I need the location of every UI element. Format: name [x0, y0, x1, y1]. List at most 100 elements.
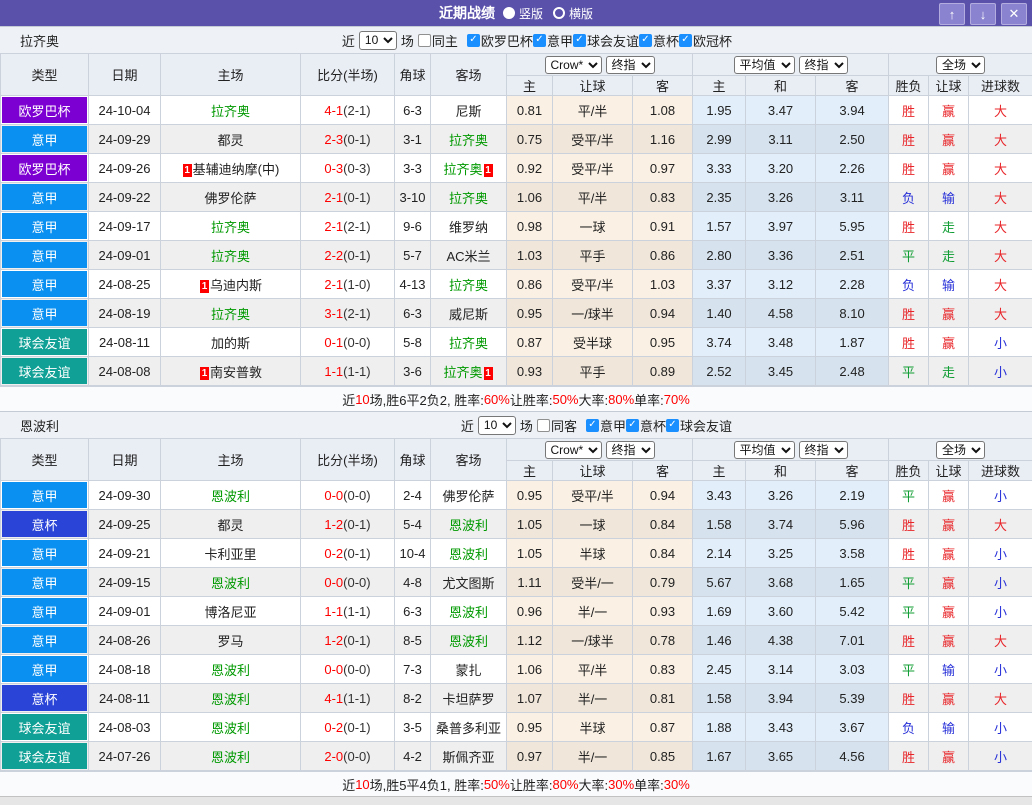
handicap-home-odds: 1.06	[507, 655, 553, 684]
checkbox-icon[interactable]: ✓	[639, 34, 652, 47]
layout-radio-横版[interactable]: 横版	[553, 5, 593, 22]
odds-time-select[interactable]: 终指	[606, 56, 655, 74]
recent-results-panel: 近期战绩 竖版横版 ↑ ↓ ✕ 拉齐奥 近 10 场 同主 ✓欧罗巴杯✓意甲✓球…	[0, 0, 1032, 735]
average-select[interactable]: 平均值	[734, 441, 795, 459]
same-venue-filter[interactable]: 同客	[537, 416, 577, 435]
league-filter-球会友谊[interactable]: ✓球会友谊	[573, 31, 639, 50]
average-time-select[interactable]: 终指	[799, 56, 848, 74]
handicap-home-odds: 0.75	[507, 125, 553, 154]
result-goals: 大	[969, 299, 1032, 328]
match-count-select[interactable]: 10	[359, 31, 397, 50]
move-up-button[interactable]: ↑	[939, 3, 965, 25]
summary-segment: 70%	[664, 392, 690, 407]
layout-radio-竖版[interactable]: 竖版	[503, 5, 543, 22]
score-cell: 2-3(0-1)	[301, 125, 395, 154]
handicap-line: 平/半	[553, 655, 633, 684]
halftime-score: (1-1)	[343, 364, 370, 379]
league-filter-欧冠杯[interactable]: ✓欧冠杯	[679, 31, 732, 50]
match-count-select[interactable]: 10	[478, 416, 516, 435]
home-team-cell: 拉齐奥	[161, 212, 301, 241]
handicap-line: 一/球半	[553, 626, 633, 655]
fulltime-score: 2-1	[324, 190, 343, 205]
checkbox-icon[interactable]: ✓	[573, 34, 586, 47]
summary-segment: 60%	[484, 392, 510, 407]
league-type-cell: 意甲	[1, 481, 89, 510]
scope-select[interactable]: 全场	[936, 56, 985, 74]
subheader-result-outcome: 胜负	[889, 76, 929, 96]
col-header-home: 主场	[161, 54, 301, 96]
subheader-avg-draw: 和	[746, 76, 816, 96]
league-filter-意甲[interactable]: ✓意甲	[586, 416, 626, 435]
away-team-cell: 尼斯	[431, 96, 507, 125]
league-filter-意杯[interactable]: ✓意杯	[639, 31, 679, 50]
fulltime-score: 0-2	[324, 546, 343, 561]
result-goals: 小	[969, 655, 1032, 684]
home-team-name: 乌迪内斯	[210, 278, 262, 293]
checkbox-icon[interactable]	[418, 34, 431, 47]
halftime-score: (0-1)	[343, 517, 370, 532]
league-type-cell: 意甲	[1, 568, 89, 597]
halftime-score: (0-3)	[343, 161, 370, 176]
summary-segment: 场,胜5平4负1, 胜率:	[370, 775, 484, 794]
checkbox-icon[interactable]: ✓	[679, 34, 692, 47]
league-label: 意甲	[600, 416, 626, 435]
average-time-select[interactable]: 终指	[799, 441, 848, 459]
avg-draw-odds: 3.43	[746, 713, 816, 742]
halftime-score: (0-0)	[343, 335, 370, 350]
score-cell: 4-1(1-1)	[301, 684, 395, 713]
result-goals: 小	[969, 568, 1032, 597]
avg-away-odds: 2.19	[816, 481, 889, 510]
home-team-name: 拉齐奥	[211, 307, 250, 322]
handicap-away-odds: 0.89	[633, 357, 693, 386]
checkbox-icon[interactable]	[537, 419, 550, 432]
match-row: 意甲24-09-30恩波利0-0(0-0)2-4佛罗伦萨0.95受平/半0.94…	[1, 481, 1032, 510]
odds-time-select[interactable]: 终指	[606, 441, 655, 459]
layout-mode-radios: 竖版横版	[503, 5, 593, 22]
away-team-cell: 桑普多利亚	[431, 713, 507, 742]
same-venue-filter[interactable]: 同主	[418, 31, 458, 50]
fulltime-score: 1-2	[324, 633, 343, 648]
radio-icon[interactable]	[503, 7, 515, 19]
subheader-handicap-away: 客	[633, 461, 693, 481]
league-filter-意甲[interactable]: ✓意甲	[533, 31, 573, 50]
odds-company-select[interactable]: Crow*	[545, 56, 602, 74]
fulltime-score: 0-2	[324, 720, 343, 735]
handicap-away-odds: 0.83	[633, 183, 693, 212]
scope-select[interactable]: 全场	[936, 441, 985, 459]
home-team-cell: 卡利亚里	[161, 539, 301, 568]
close-button[interactable]: ✕	[1001, 3, 1027, 25]
panel-title: 近期战绩	[439, 3, 495, 23]
league-filter-欧罗巴杯[interactable]: ✓欧罗巴杯	[467, 31, 533, 50]
col-header-away: 客场	[431, 439, 507, 481]
average-select[interactable]: 平均值	[734, 56, 795, 74]
checkbox-icon[interactable]: ✓	[666, 419, 679, 432]
away-team-name: 拉齐奥	[443, 162, 482, 177]
avg-home-odds: 2.14	[693, 539, 746, 568]
avg-away-odds: 4.56	[816, 742, 889, 771]
checkbox-icon[interactable]: ✓	[533, 34, 546, 47]
filter-controls: 近 10 场 同主 ✓欧罗巴杯✓意甲✓球会友谊✓意杯✓欧冠杯	[342, 31, 732, 50]
radio-icon[interactable]	[553, 7, 565, 19]
odds-company-select[interactable]: Crow*	[545, 441, 602, 459]
titlebar-center: 近期战绩 竖版横版	[439, 3, 593, 23]
league-badge: 球会友谊	[2, 743, 87, 769]
halftime-score: (2-1)	[343, 219, 370, 234]
result-goals: 大	[969, 183, 1032, 212]
match-row: 意杯24-08-11恩波利4-1(1-1)8-2卡坦萨罗1.07半/一0.811…	[1, 684, 1032, 713]
away-team-name: 恩波利	[449, 518, 488, 533]
halftime-score: (0-1)	[343, 190, 370, 205]
home-team-name: 恩波利	[211, 750, 250, 765]
rank-1-badge: 1	[200, 280, 209, 293]
move-down-button[interactable]: ↓	[970, 3, 996, 25]
league-filter-意杯[interactable]: ✓意杯	[626, 416, 666, 435]
avg-away-odds: 3.03	[816, 655, 889, 684]
col-header-score: 比分(半场)	[301, 54, 395, 96]
away-team-cell: 拉齐奥	[431, 328, 507, 357]
summary-segment: 单率:	[634, 390, 664, 409]
checkbox-icon[interactable]: ✓	[586, 419, 599, 432]
league-type-cell: 意杯	[1, 684, 89, 713]
league-filter-球会友谊[interactable]: ✓球会友谊	[666, 416, 732, 435]
date-cell: 24-09-22	[89, 183, 161, 212]
checkbox-icon[interactable]: ✓	[626, 419, 639, 432]
checkbox-icon[interactable]: ✓	[467, 34, 480, 47]
